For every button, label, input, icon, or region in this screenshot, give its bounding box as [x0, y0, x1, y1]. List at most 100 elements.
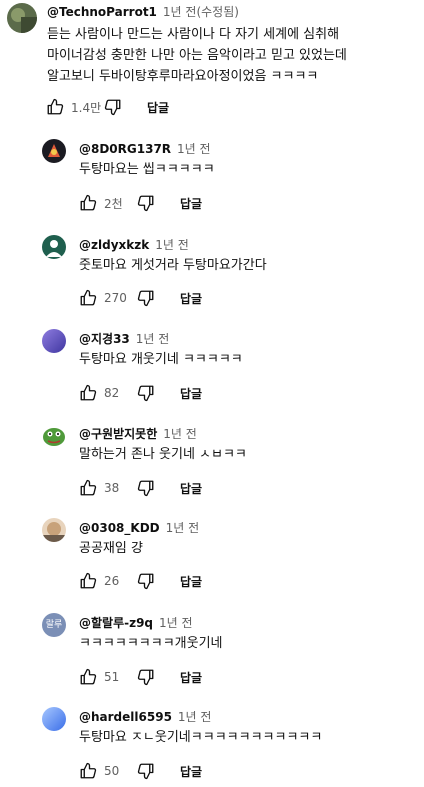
like-count: 82	[104, 386, 120, 400]
like-count: 51	[104, 670, 120, 684]
comment-author[interactable]: @8D0RG137R 1년 전	[79, 140, 211, 157]
avatar-initials: 랄루	[45, 620, 63, 630]
comment-author[interactable]: @hardell6595 1년 전	[79, 708, 211, 725]
comment-timestamp[interactable]: 1년 전(수정됨)	[163, 5, 239, 19]
comment-actions: 26 답글	[78, 569, 202, 593]
avatar[interactable]	[42, 424, 66, 448]
like-count: 26	[104, 574, 120, 588]
author-handle[interactable]: @지경33	[79, 332, 130, 346]
thumbs-down-icon	[137, 573, 154, 590]
avatar[interactable]	[42, 329, 66, 353]
reply-button[interactable]: 답글	[180, 385, 202, 402]
comment-author[interactable]: @지경33 1년 전	[79, 330, 169, 347]
thumbs-down-icon	[137, 480, 154, 497]
author-handle[interactable]: @할랄루-z9q	[79, 616, 153, 630]
thumbs-down-icon	[137, 669, 154, 686]
like-button[interactable]	[78, 571, 98, 591]
like-button[interactable]	[78, 288, 98, 308]
comment-actions: 51 답글	[78, 665, 202, 689]
comment-text-line: 듣는 사람이나 만드는 사람이나 다 자기 세계에 심취해	[47, 27, 340, 42]
avatar-image	[42, 139, 66, 163]
thumbs-down-icon	[137, 195, 154, 212]
reply-button[interactable]: 답글	[180, 763, 202, 780]
avatar-image	[7, 3, 37, 33]
reply-button[interactable]: 답글	[180, 195, 202, 212]
like-count: 1.4만	[71, 100, 102, 115]
like-button[interactable]	[45, 97, 65, 117]
comment-thread: @TechnoParrot1 1년 전(수정됨) 듣는 사람이나 만드는 사람이나…	[0, 0, 424, 125]
thumbs-down-icon	[104, 99, 121, 116]
avatar[interactable]	[42, 235, 66, 259]
comment-text: 줏토마요 게섯거라 두탕마요가간다	[79, 258, 267, 273]
avatar-image	[42, 235, 66, 259]
comment-actions: 50 답글	[78, 759, 202, 783]
comment-author[interactable]: @0308_KDD 1년 전	[79, 519, 199, 536]
author-handle[interactable]: @8D0RG137R	[79, 142, 171, 156]
comment-author[interactable]: @할랄루-z9q 1년 전	[79, 614, 193, 631]
like-count: 2천	[104, 196, 123, 211]
reply-button[interactable]: 답글	[180, 290, 202, 307]
avatar[interactable]: 랄루	[42, 613, 66, 637]
reply-button[interactable]: 답글	[180, 573, 202, 590]
dislike-button[interactable]	[103, 97, 123, 117]
reply-button[interactable]: 답글	[147, 99, 169, 116]
dislike-button[interactable]	[136, 193, 156, 213]
comment-text-line: 알고보니 두바이탕후루마라요아정이었음 ㅋㅋㅋㅋ	[47, 69, 319, 84]
like-button[interactable]	[78, 193, 98, 213]
reply-comment: @zldyxkzk 1년 전 줏토마요 게섯거라 두탕마요가간다 270 답글	[0, 233, 424, 318]
dislike-button[interactable]	[136, 478, 156, 498]
comment-timestamp[interactable]: 1년 전	[178, 710, 212, 724]
like-button[interactable]	[78, 383, 98, 403]
dislike-button[interactable]	[136, 667, 156, 687]
thumbs-down-icon	[137, 385, 154, 402]
thumbs-up-icon	[80, 762, 97, 779]
thumbs-down-icon	[137, 290, 154, 307]
comment-actions: 2천 답글	[78, 191, 202, 215]
thumbs-up-icon	[80, 194, 97, 211]
author-handle[interactable]: @0308_KDD	[79, 521, 160, 535]
avatar-image	[42, 518, 66, 542]
avatar[interactable]	[7, 3, 37, 33]
comment-author[interactable]: @zldyxkzk 1년 전	[79, 236, 189, 253]
avatar[interactable]	[42, 518, 66, 542]
comment-timestamp[interactable]: 1년 전	[177, 142, 211, 156]
thumbs-up-icon	[80, 384, 97, 401]
author-handle[interactable]: @TechnoParrot1	[47, 5, 157, 19]
like-button[interactable]	[78, 478, 98, 498]
author-handle[interactable]: @zldyxkzk	[79, 238, 149, 252]
comment-actions: 270 답글	[78, 286, 202, 310]
avatar-image	[42, 424, 66, 448]
comment-text-line: 마이너감성 충만한 나만 아는 음악이라고 믿고 있었는데	[47, 48, 347, 63]
dislike-button[interactable]	[136, 761, 156, 781]
dislike-button[interactable]	[136, 383, 156, 403]
comment-actions: 38 답글	[78, 476, 202, 500]
reply-button[interactable]: 답글	[180, 669, 202, 686]
thumbs-up-icon	[80, 289, 97, 306]
comment-timestamp[interactable]: 1년 전	[166, 521, 200, 535]
dislike-button[interactable]	[136, 288, 156, 308]
comment-text: 두탕마요 ㅈㄴ웃기네ㅋㅋㅋㅋㅋㅋㅋㅋㅋㅋㅋ	[79, 730, 323, 745]
avatar[interactable]	[42, 139, 66, 163]
reply-comment: @구원받지못한 1년 전 말하는거 존나 웃기네 ㅅㅂㅋㅋ 38 답글	[0, 422, 424, 507]
comment-timestamp[interactable]: 1년 전	[159, 616, 193, 630]
reply-comment: @8D0RG137R 1년 전 두탕마요는 씹ㅋㅋㅋㅋㅋ 2천 답글	[0, 137, 424, 222]
comment-timestamp[interactable]: 1년 전	[163, 427, 197, 441]
comment-text: ㅋㅋㅋㅋㅋㅋㅋㅋ개웃기네	[79, 636, 223, 651]
comment-author[interactable]: @구원받지못한 1년 전	[79, 425, 197, 442]
comment-timestamp[interactable]: 1년 전	[155, 238, 189, 252]
like-button[interactable]	[78, 667, 98, 687]
comment-actions: 1.4만 답글	[45, 95, 169, 119]
dislike-button[interactable]	[136, 571, 156, 591]
reply-button[interactable]: 답글	[180, 480, 202, 497]
thumbs-up-icon	[80, 572, 97, 589]
thumbs-down-icon	[137, 763, 154, 780]
comment-timestamp[interactable]: 1년 전	[136, 332, 170, 346]
like-button[interactable]	[78, 761, 98, 781]
author-handle[interactable]: @구원받지못한	[79, 427, 157, 441]
reply-comment: @지경33 1년 전 두탕마요 개웃기네 ㅋㅋㅋㅋㅋ 82 답글	[0, 327, 424, 412]
thumbs-up-icon	[80, 668, 97, 685]
avatar[interactable]	[42, 707, 66, 731]
author-handle[interactable]: @hardell6595	[79, 710, 172, 724]
like-count: 50	[104, 764, 120, 778]
comment-author[interactable]: @TechnoParrot1 1년 전(수정됨)	[47, 3, 239, 20]
